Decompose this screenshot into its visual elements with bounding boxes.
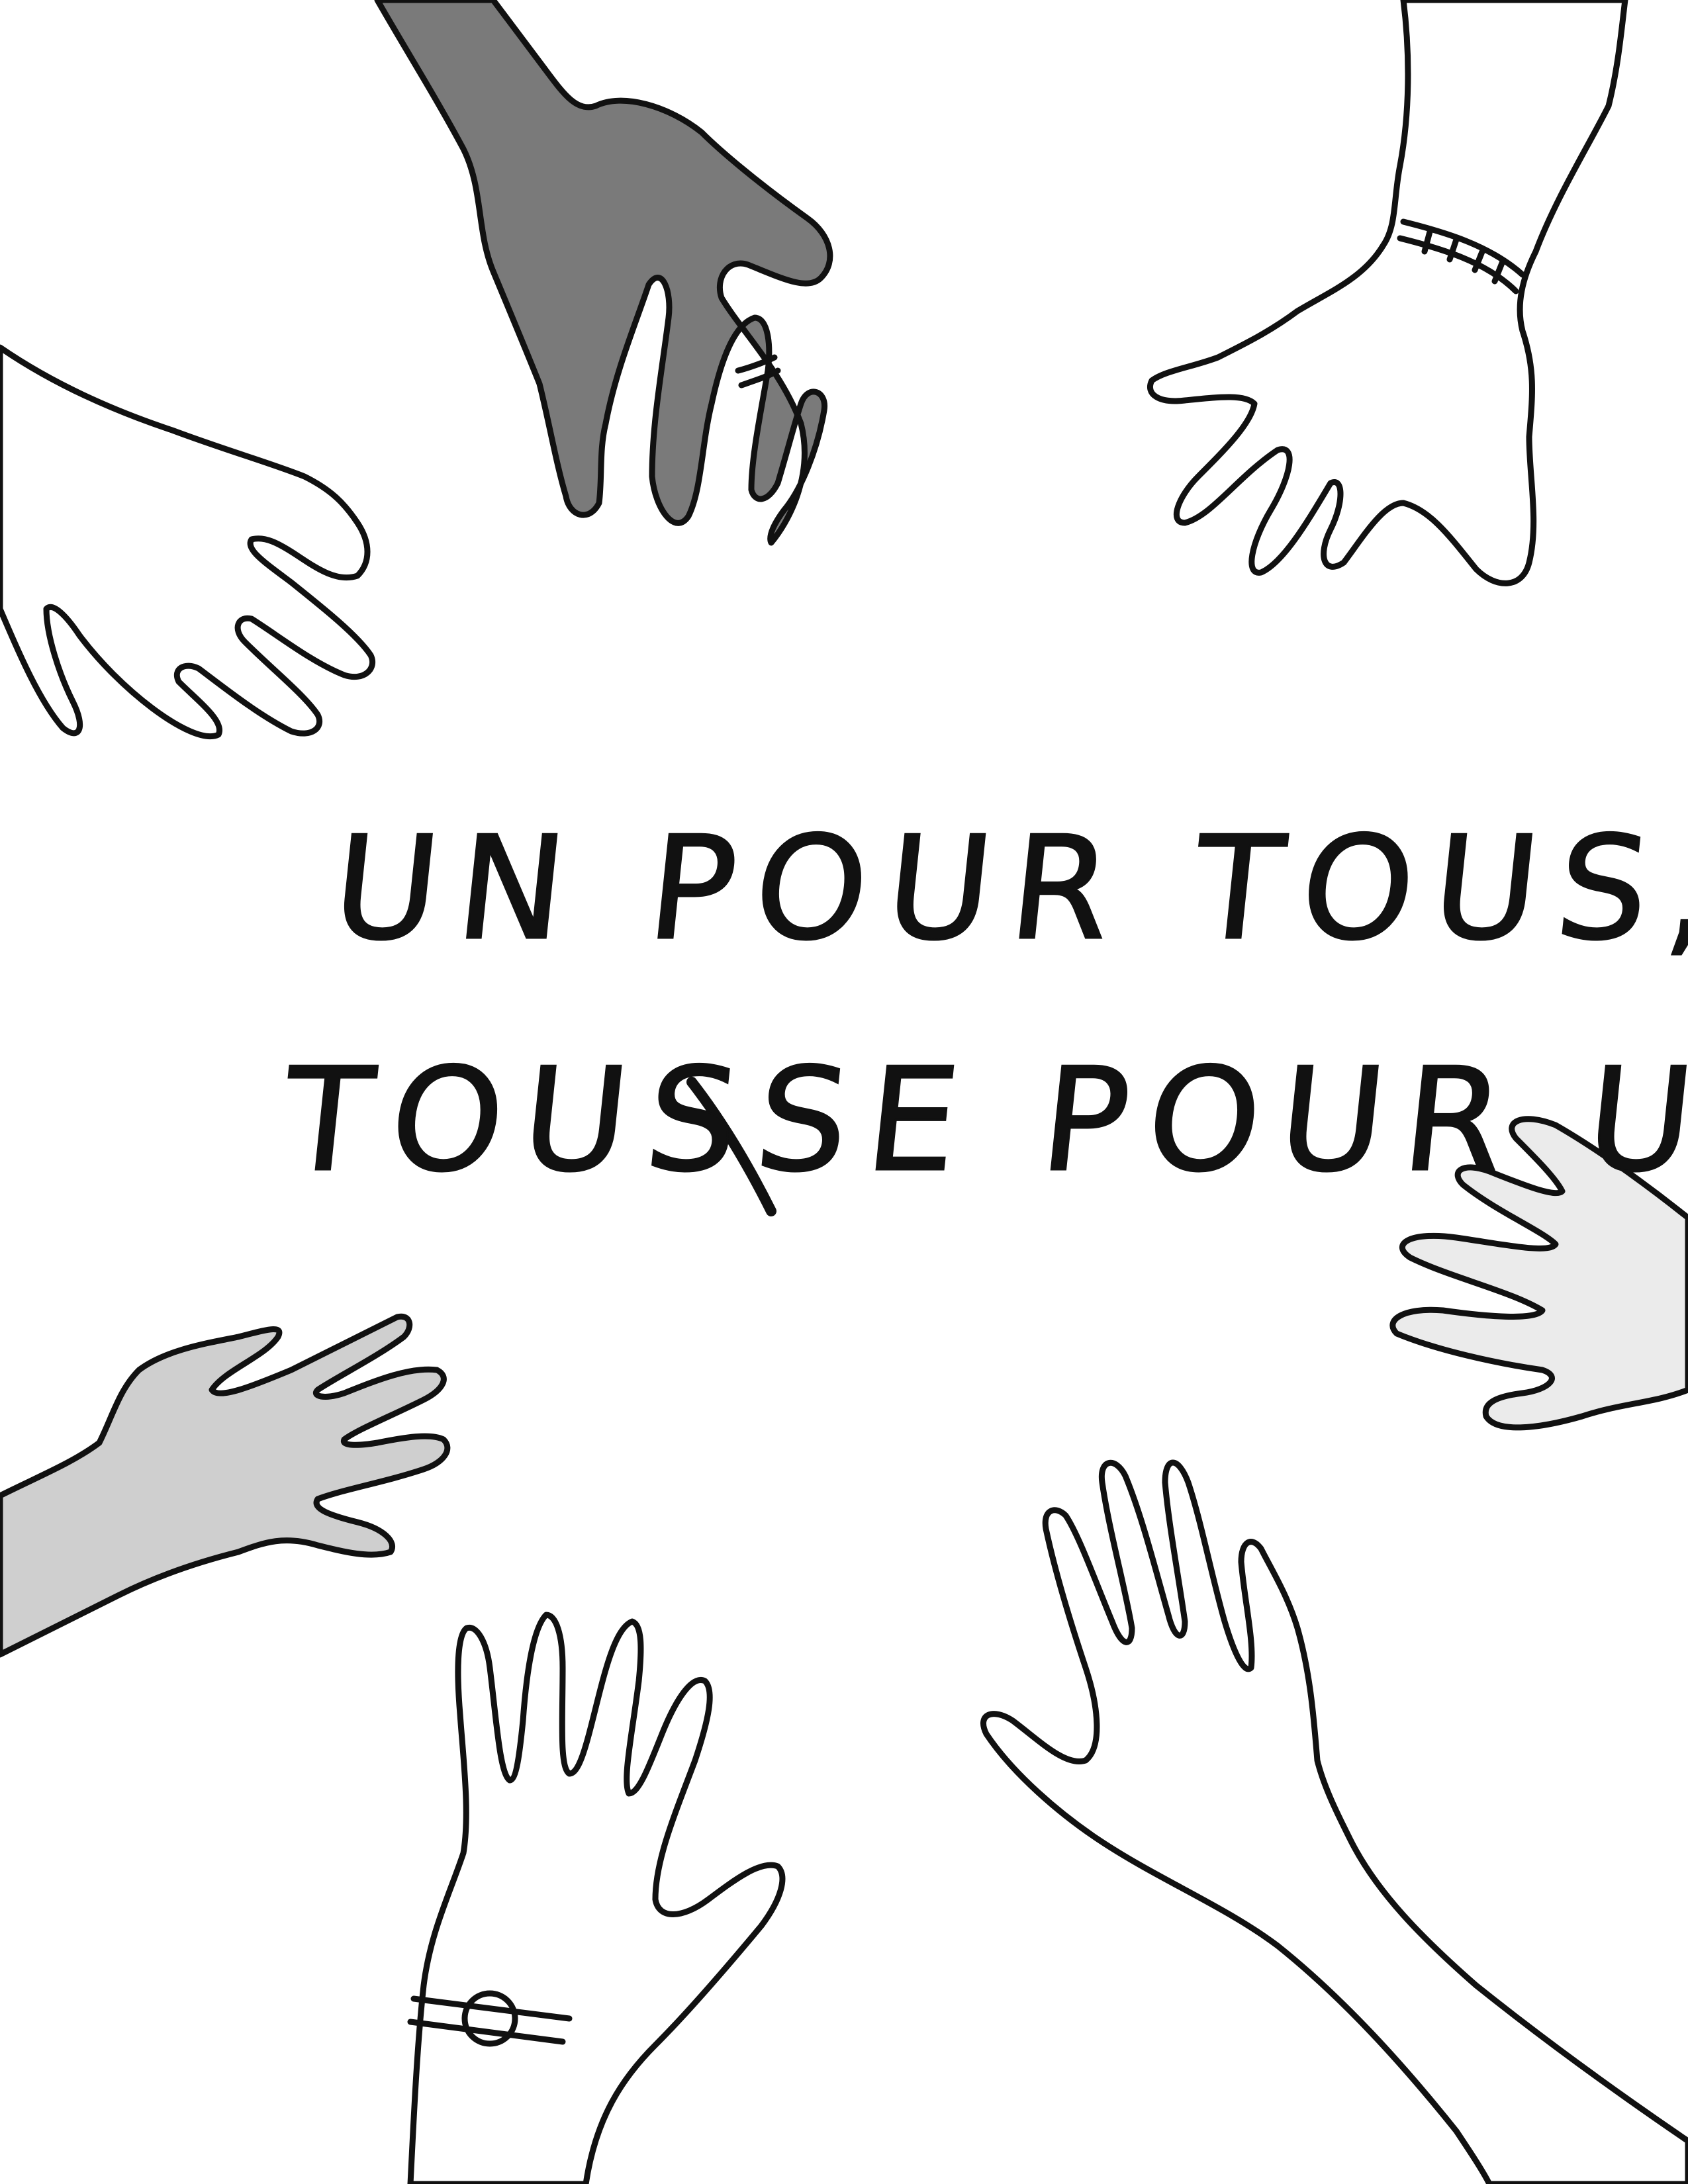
slogan-struck-letters: SE: [748, 1036, 988, 1205]
hand-bottom-center: [407, 1612, 786, 2184]
poster: UN POUR TOUS, TOUSSE POUR UN: [0, 0, 1688, 2184]
hand-top-right: [1147, 0, 1628, 586]
hand-left-lower: [0, 1313, 451, 1658]
hand-dark-gray: [374, 0, 833, 546]
slogan-line-2-end: POUR UN: [1033, 1036, 1688, 1205]
slogan-line-2: TOUSSE POUR UN: [275, 1036, 1688, 1205]
hand-bottom-right: [980, 1459, 1688, 2184]
hand-left-upper: [0, 344, 376, 740]
slogan-line-2-start: TOUS: [275, 1036, 767, 1205]
slogan-line-1: UN POUR TOUS,: [324, 805, 1688, 973]
